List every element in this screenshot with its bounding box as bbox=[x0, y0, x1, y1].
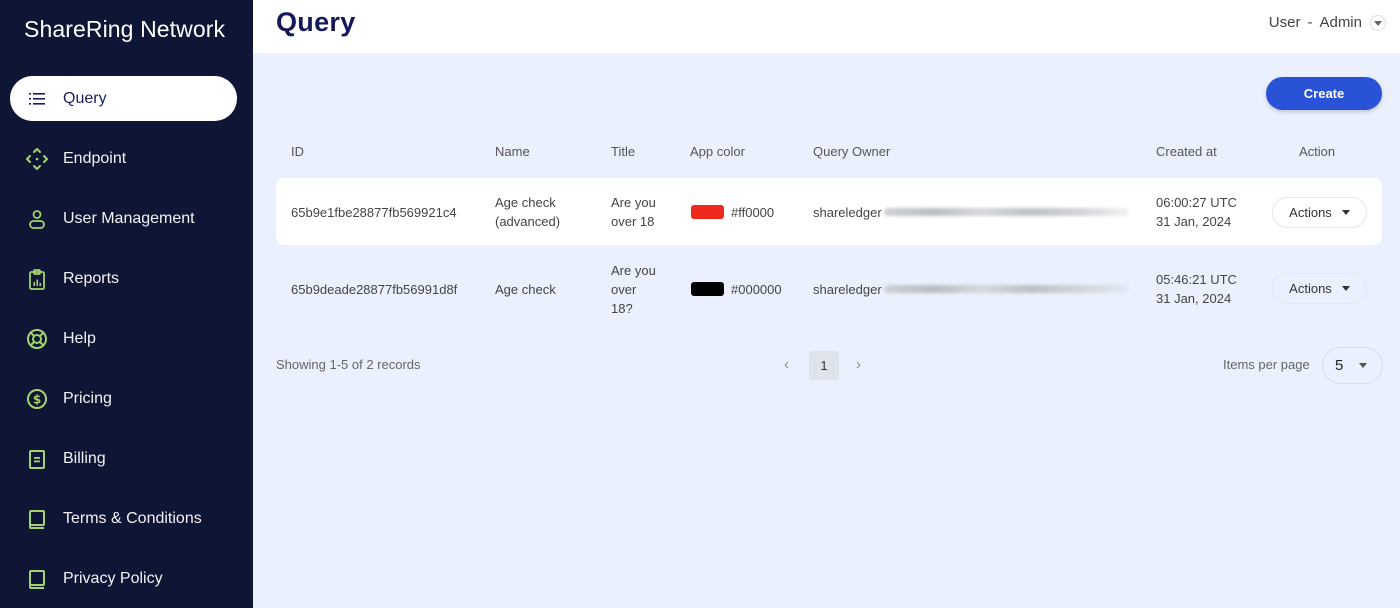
row-created-at: 05:46:21 UTC 31 Jan, 2024 bbox=[1156, 270, 1237, 308]
sidebar-item-label: Endpoint bbox=[63, 149, 127, 167]
row-created-time: 06:00:27 UTC bbox=[1156, 195, 1237, 210]
items-per-page-value: 5 bbox=[1335, 357, 1344, 374]
column-header-title: Title bbox=[611, 144, 636, 159]
column-header-action: Action bbox=[1299, 144, 1336, 159]
receipt-icon bbox=[26, 448, 48, 470]
user-separator: - bbox=[1307, 14, 1313, 31]
sidebar-item-privacy-policy[interactable]: Privacy Policy bbox=[10, 556, 237, 601]
page-button-current[interactable]: 1 bbox=[809, 351, 839, 380]
sidebar-item-billing[interactable]: Billing bbox=[10, 436, 237, 481]
column-header-id: ID bbox=[291, 144, 304, 159]
row-name: Age check bbox=[495, 280, 556, 299]
records-summary: Showing 1-5 of 2 records bbox=[276, 357, 421, 372]
caret-down-icon bbox=[1359, 363, 1368, 368]
next-page-button[interactable]: › bbox=[856, 356, 861, 373]
sidebar-item-label: Billing bbox=[63, 449, 106, 467]
column-header-query-owner: Query Owner bbox=[813, 144, 891, 159]
redacted-owner-address bbox=[884, 285, 1129, 293]
sidebar-item-endpoint[interactable]: Endpoint bbox=[10, 136, 237, 181]
user-label: User bbox=[1268, 14, 1301, 31]
previous-page-button[interactable]: ‹ bbox=[784, 356, 789, 373]
row-name: Age check (advanced) bbox=[495, 193, 560, 231]
row-actions-dropdown[interactable]: Actions bbox=[1272, 197, 1367, 228]
row-title-line: 18? bbox=[611, 301, 633, 316]
sidebar-item-label: Query bbox=[63, 89, 107, 107]
book-icon bbox=[26, 568, 48, 590]
items-per-page-select[interactable]: 5 bbox=[1322, 347, 1383, 384]
user-menu[interactable]: User - Admin bbox=[1269, 14, 1386, 31]
redacted-owner-address bbox=[884, 208, 1129, 216]
sidebar-item-label: Help bbox=[63, 329, 96, 347]
sidebar-item-terms-conditions[interactable]: Terms & Conditions bbox=[10, 496, 237, 541]
caret-down-icon bbox=[1341, 286, 1350, 291]
book-icon bbox=[26, 508, 48, 530]
sidebar-item-user-management[interactable]: User Management bbox=[10, 196, 237, 241]
row-id: 65b9deade28877fb56991d8f bbox=[291, 282, 458, 297]
sidebar-item-pricing[interactable]: $ Pricing bbox=[10, 376, 237, 421]
row-created-time: 05:46:21 UTC bbox=[1156, 272, 1237, 287]
user-role: Admin bbox=[1319, 14, 1362, 31]
sidebar: ShareRing Network Query Endpoint User Ma… bbox=[0, 0, 253, 608]
sidebar-item-reports[interactable]: Reports bbox=[10, 256, 237, 301]
row-color-hex: #ff0000 bbox=[731, 205, 775, 220]
list-icon bbox=[26, 88, 48, 110]
row-title-line: Are you bbox=[611, 195, 656, 210]
row-owner: shareledger bbox=[813, 205, 882, 220]
page-title: Query bbox=[276, 7, 356, 37]
user-icon bbox=[26, 208, 48, 230]
row-created-date: 31 Jan, 2024 bbox=[1156, 214, 1232, 229]
caret-down-icon bbox=[1341, 210, 1350, 215]
brand-logo-text: ShareRing Network bbox=[24, 16, 226, 42]
color-swatch bbox=[691, 205, 724, 219]
row-color-hex: #000000 bbox=[731, 282, 782, 297]
row-id: 65b9e1fbe28877fb569921c4 bbox=[291, 205, 457, 220]
column-header-name: Name bbox=[495, 144, 530, 159]
svg-text:$: $ bbox=[33, 392, 41, 406]
row-actions-dropdown[interactable]: Actions bbox=[1272, 273, 1367, 304]
row-name-line: Age check bbox=[495, 282, 556, 297]
row-name-line: Age check bbox=[495, 195, 556, 210]
row-title: Are you over 18? bbox=[611, 261, 656, 318]
row-name-line: (advanced) bbox=[495, 214, 561, 229]
actions-label: Actions bbox=[1289, 205, 1332, 220]
sidebar-item-label: Pricing bbox=[63, 389, 112, 407]
dollar-circle-icon: $ bbox=[26, 388, 48, 410]
sidebar-item-label: Terms & Conditions bbox=[63, 509, 202, 527]
row-title-line: Are you bbox=[611, 263, 656, 278]
endpoint-arrows-icon bbox=[26, 147, 48, 170]
sidebar-item-label: User Management bbox=[63, 209, 195, 227]
sidebar-item-query[interactable]: Query bbox=[10, 76, 237, 121]
lifebuoy-icon bbox=[26, 328, 48, 350]
row-title-line: over bbox=[611, 282, 637, 297]
sidebar-item-label: Reports bbox=[63, 269, 120, 287]
sidebar-item-help[interactable]: Help bbox=[10, 316, 237, 361]
row-created-date: 31 Jan, 2024 bbox=[1156, 291, 1232, 306]
top-bar: Query User - Admin bbox=[253, 0, 1400, 53]
row-created-at: 06:00:27 UTC 31 Jan, 2024 bbox=[1156, 193, 1237, 231]
clipboard-chart-icon bbox=[26, 268, 48, 290]
color-swatch bbox=[691, 282, 724, 296]
column-header-app-color: App color bbox=[690, 144, 745, 159]
actions-label: Actions bbox=[1289, 281, 1332, 296]
create-button[interactable]: Create bbox=[1266, 77, 1382, 110]
chevron-down-icon[interactable] bbox=[1370, 14, 1386, 31]
sidebar-item-label: Privacy Policy bbox=[63, 569, 163, 587]
row-owner: shareledger bbox=[813, 282, 882, 297]
column-header-created-at: Created at bbox=[1156, 144, 1217, 159]
row-title-line: over 18 bbox=[611, 214, 655, 229]
row-title: Are you over 18 bbox=[611, 193, 656, 231]
items-per-page-label: Items per page bbox=[1223, 357, 1310, 372]
